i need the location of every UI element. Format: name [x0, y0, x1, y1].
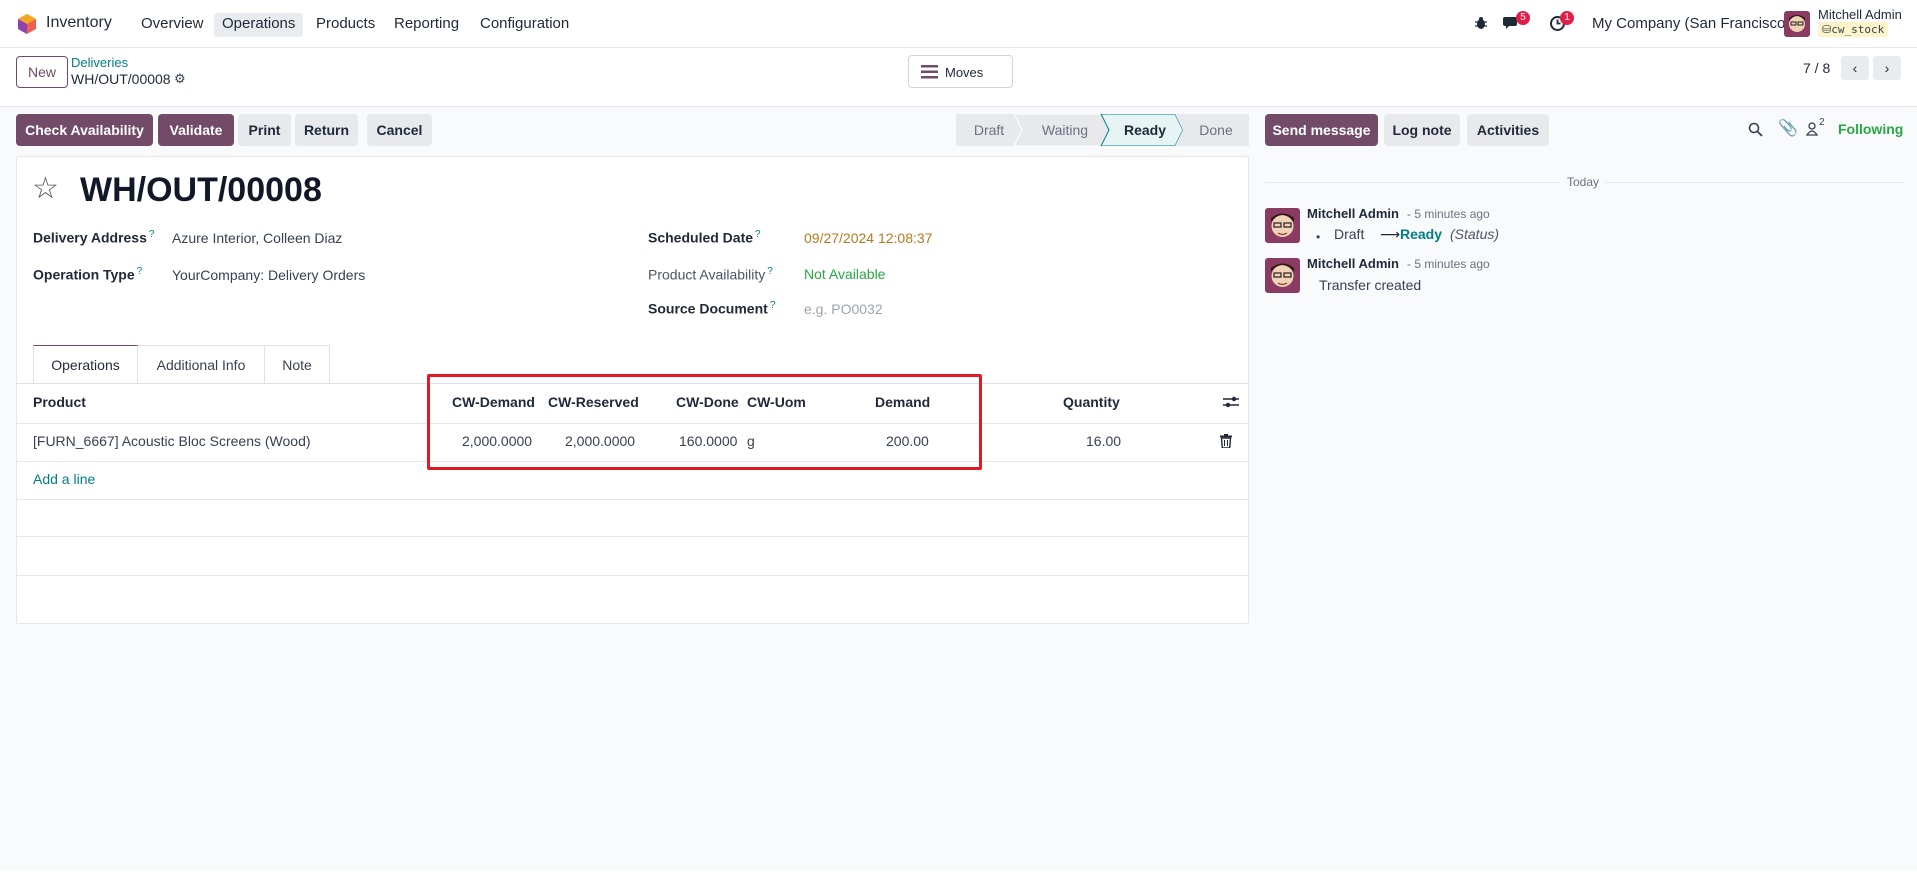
app-name[interactable]: Inventory — [46, 14, 112, 32]
activities-button[interactable]: Activities — [1467, 114, 1549, 146]
send-message-button[interactable]: Send message — [1265, 114, 1378, 146]
pager-previous-button[interactable]: ‹ — [1841, 56, 1869, 80]
add-a-line-link[interactable]: Add a line — [33, 471, 95, 487]
tracking-arrow: ⟶ — [1380, 226, 1401, 242]
database-name-tag: ⛁cw_stock — [1818, 22, 1889, 37]
pager-value[interactable]: 7 / 8 — [1803, 60, 1830, 76]
menu-configuration[interactable]: Configuration — [472, 13, 577, 37]
source-document-label: Source Document? — [648, 300, 775, 317]
menu-overview[interactable]: Overview — [133, 13, 212, 37]
scheduled-date-field[interactable]: 09/27/2024 12:08:37 — [804, 230, 932, 246]
validate-button[interactable]: Validate — [158, 114, 234, 146]
following-toggle[interactable]: Following — [1838, 121, 1903, 137]
moves-smart-button[interactable]: Moves — [908, 55, 1013, 88]
help-tooltip-icon[interactable]: ? — [149, 229, 155, 240]
scheduled-date-label-text: Scheduled Date — [648, 229, 754, 246]
help-tooltip-icon[interactable]: ? — [755, 229, 761, 240]
row-divider — [16, 499, 1249, 500]
breadcrumb-current-record: WH/OUT/00008 — [71, 71, 171, 87]
bullet-icon: • — [1316, 230, 1321, 244]
attachment-paperclip-icon[interactable]: 📎 — [1778, 118, 1798, 138]
stage-draft[interactable]: Draft — [956, 114, 1022, 146]
message-body: Transfer created — [1319, 277, 1422, 293]
stage-done[interactable]: Done — [1183, 114, 1249, 146]
company-switcher[interactable]: My Company (San Francisco) — [1592, 15, 1790, 32]
row-divider — [16, 575, 1249, 576]
message-author[interactable]: Mitchell Admin — [1307, 256, 1399, 271]
activities-count-badge: 1 — [1560, 11, 1574, 25]
message-time: - 5 minutes ago — [1407, 207, 1490, 221]
menu-reporting[interactable]: Reporting — [386, 13, 467, 37]
product-availability-label: Product Availability? — [648, 266, 773, 283]
debug-bug-icon[interactable] — [1474, 16, 1488, 30]
user-avatar[interactable] — [1784, 11, 1810, 37]
database-name: cw_stock — [1831, 23, 1885, 36]
menu-operations[interactable]: Operations — [214, 13, 304, 37]
tab-additional-info[interactable]: Additional Info — [138, 345, 265, 383]
help-tooltip-icon[interactable]: ? — [770, 300, 776, 311]
delivery-address-label: Delivery Address? — [33, 229, 154, 246]
cancel-button[interactable]: Cancel — [367, 114, 432, 146]
delivery-address-field[interactable]: Azure Interior, Colleen Diaz — [172, 230, 342, 246]
delete-trash-icon[interactable] — [1220, 434, 1232, 448]
source-document-label-text: Source Document — [648, 300, 768, 317]
date-separator-today: Today — [1567, 175, 1600, 189]
stage-waiting[interactable]: Waiting — [1022, 114, 1108, 146]
menu-products[interactable]: Products — [308, 13, 383, 37]
product-availability-value: Not Available — [804, 266, 886, 282]
breadcrumb-deliveries-link[interactable]: Deliveries — [71, 55, 128, 70]
moves-label: Moves — [945, 65, 984, 80]
tab-operations[interactable]: Operations — [33, 345, 138, 383]
messages-count-badge: 5 — [1516, 11, 1530, 25]
record-title: WH/OUT/00008 — [80, 171, 322, 209]
product-availability-label-text: Product Availability — [648, 266, 766, 283]
top-navbar: Inventory Overview Operations Products R… — [0, 0, 1917, 48]
pager-next-button[interactable]: › — [1873, 56, 1901, 80]
row-divider — [16, 536, 1249, 537]
tracking-old-value: Draft — [1334, 226, 1365, 242]
operation-type-label-text: Operation Type — [33, 266, 135, 283]
message-author-avatar[interactable] — [1265, 258, 1300, 293]
new-record-button[interactable]: New — [16, 56, 68, 88]
check-availability-button[interactable]: Check Availability — [16, 114, 153, 146]
column-header-quantity[interactable]: Quantity — [1063, 394, 1120, 410]
user-name[interactable]: Mitchell Admin — [1818, 7, 1902, 22]
print-button[interactable]: Print — [238, 114, 291, 146]
record-actions-gear-icon[interactable]: ⚙ — [174, 71, 186, 87]
inventory-logo-icon[interactable] — [18, 14, 36, 34]
operation-type-label: Operation Type? — [33, 266, 142, 283]
date-separator-line — [1606, 182, 1904, 183]
followers-person-icon[interactable] — [1806, 122, 1818, 136]
search-icon[interactable] — [1748, 122, 1763, 137]
message-author-avatar[interactable] — [1265, 208, 1300, 243]
operation-type-field[interactable]: YourCompany: Delivery Orders — [172, 267, 365, 283]
help-tooltip-icon[interactable]: ? — [767, 266, 773, 277]
column-header-product[interactable]: Product — [33, 394, 86, 410]
source-document-input[interactable]: e.g. PO0032 — [804, 301, 883, 317]
highlight-box-cw-columns — [427, 374, 982, 470]
delivery-address-label-text: Delivery Address — [33, 229, 147, 246]
cell-quantity[interactable]: 16.00 — [1086, 433, 1121, 449]
list-bars-icon — [921, 65, 938, 79]
optional-columns-toggle-icon[interactable] — [1223, 395, 1239, 409]
cell-product[interactable]: [FURN_6667] Acoustic Bloc Screens (Wood) — [33, 433, 311, 449]
stage-ready[interactable]: Ready — [1109, 114, 1181, 146]
tracking-field-name: (Status) — [1450, 226, 1500, 242]
followers-count: 2 — [1819, 117, 1825, 128]
favorite-star-icon[interactable]: ☆ — [32, 174, 59, 204]
date-separator-line — [1265, 182, 1560, 183]
tracking-new-value: Ready — [1400, 226, 1443, 242]
help-tooltip-icon[interactable]: ? — [137, 266, 143, 277]
message-author[interactable]: Mitchell Admin — [1307, 206, 1399, 221]
tab-note[interactable]: Note — [265, 345, 330, 383]
scheduled-date-label: Scheduled Date? — [648, 229, 761, 246]
message-time: - 5 minutes ago — [1407, 257, 1490, 271]
database-icon: ⛁ — [1822, 23, 1832, 36]
log-note-button[interactable]: Log note — [1384, 114, 1460, 146]
return-button[interactable]: Return — [295, 114, 358, 146]
